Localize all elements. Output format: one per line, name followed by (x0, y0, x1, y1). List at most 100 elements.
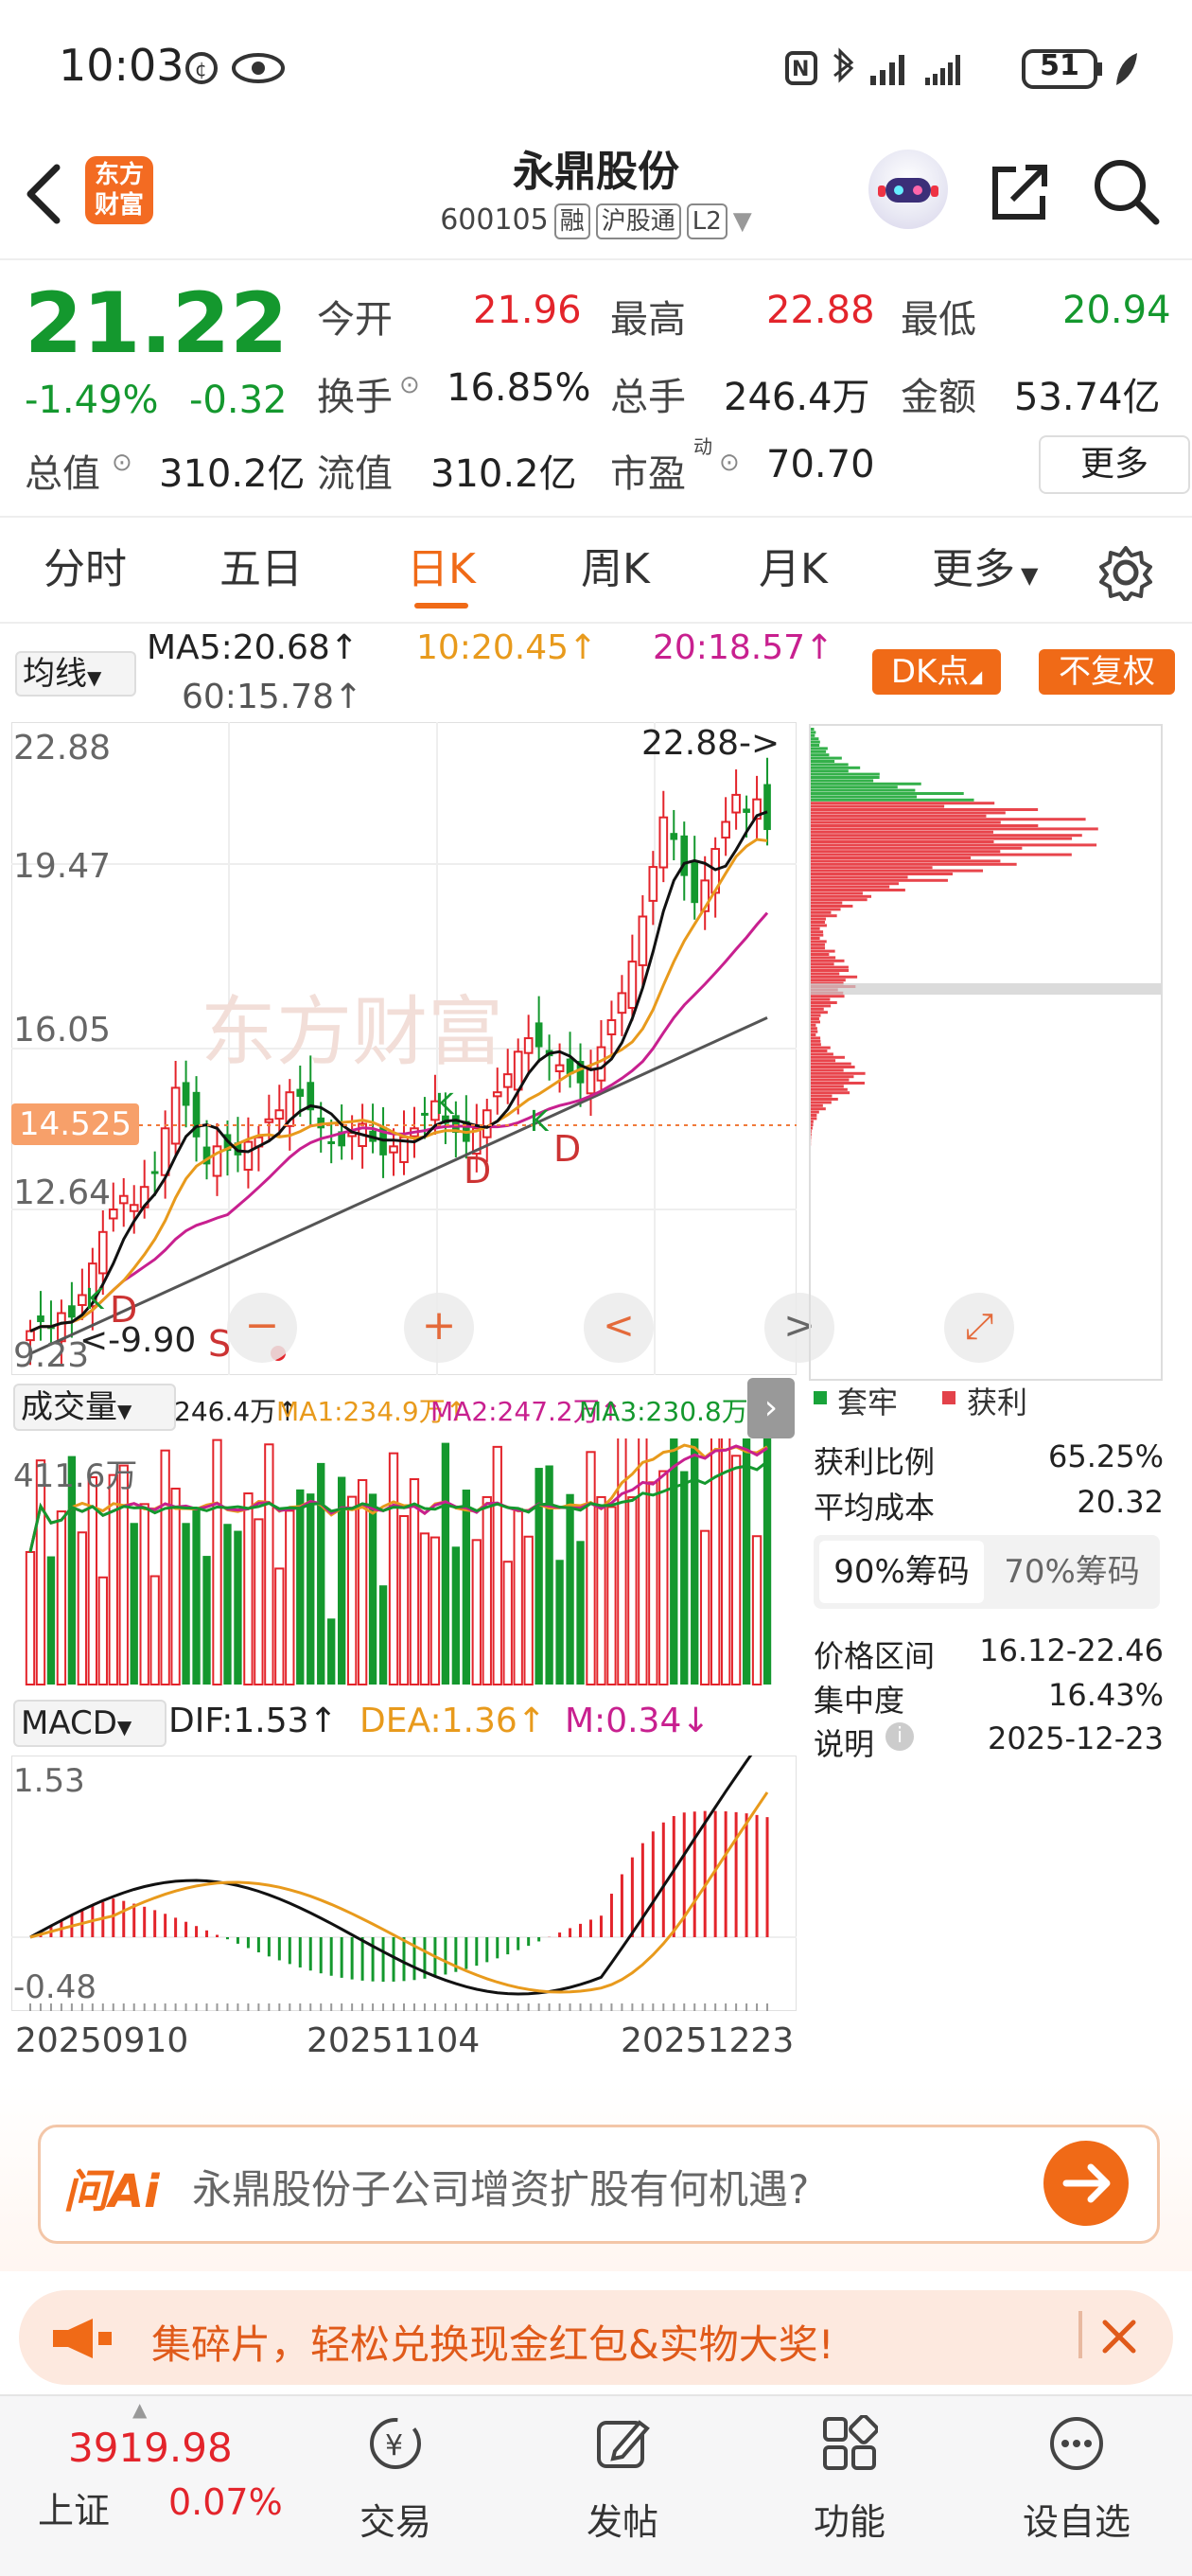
ma20-legend: 20:18.57↑ (653, 628, 833, 667)
volume-bar (524, 1537, 532, 1685)
chip-bar (811, 731, 815, 733)
chip-bar (811, 908, 841, 910)
candle-body (743, 808, 750, 812)
chip-bar (811, 895, 871, 898)
kline-chart[interactable]: 东方财富 (11, 722, 797, 1375)
candle-body (587, 1069, 595, 1093)
info-icon[interactable]: ⊙ (112, 449, 132, 477)
volume-bar (202, 1556, 210, 1685)
adjust-button[interactable]: 不复权 (1039, 649, 1175, 695)
last-price: 21.22 (25, 274, 288, 372)
tab-chip-90[interactable]: 90%筹码 (819, 1541, 984, 1603)
indicator-select-volume[interactable]: 成交量▼ (13, 1384, 176, 1431)
ma-select[interactable]: 均线▼ (15, 651, 136, 697)
chip-bar (811, 1063, 851, 1066)
chip-bar (811, 962, 834, 965)
nav-add-watchlist[interactable]: 设自选 (1001, 2396, 1152, 2545)
chip-bar (811, 1111, 819, 1114)
chip-bar (811, 805, 944, 808)
trap-legend-swatch (814, 1391, 827, 1404)
turnover-value: 16.85% (447, 366, 591, 410)
volume-bar (680, 1472, 688, 1685)
chip-bar (811, 870, 983, 873)
candle-body (535, 1022, 543, 1047)
tag-level2: L2 (687, 203, 727, 239)
chip-bar (811, 930, 823, 933)
chip-bar (811, 1031, 817, 1033)
volume-bar (628, 1497, 636, 1685)
chip-bar (811, 1052, 833, 1055)
amount-label: 金额 (901, 366, 976, 421)
chevron-down-icon[interactable]: ▼ (733, 207, 752, 236)
volume-bar (442, 1443, 449, 1685)
ai-question-box[interactable]: 问Ai 永鼎股份子公司增资扩股有何机遇? (38, 2125, 1160, 2244)
tab-monthly-k[interactable]: 月K (759, 518, 828, 622)
nav-functions-label: 功能 (774, 2493, 925, 2545)
svg-text:¥: ¥ (385, 2429, 403, 2462)
chevron-down-icon: ▼ (87, 666, 101, 689)
chip-bar (811, 1040, 820, 1043)
chip-bar (811, 1098, 838, 1101)
candle-body (183, 1082, 190, 1105)
tab-daily-k[interactable]: 日K (407, 518, 476, 622)
tab-weekly-k[interactable]: 周K (581, 518, 650, 622)
chip-bar (811, 815, 986, 818)
nav-trade-label: 交易 (320, 2493, 471, 2545)
chip-bar (811, 946, 825, 949)
dk-point-button[interactable]: DK点◢ (872, 649, 1001, 695)
tab-intraday[interactable]: 分时 (44, 518, 127, 622)
volume-bar (535, 1468, 542, 1685)
zoom-in-button[interactable]: + (404, 1293, 474, 1363)
dif-line (30, 1756, 767, 1994)
candle-body (390, 1146, 397, 1152)
chip-bar (811, 998, 830, 1001)
share-button[interactable] (984, 156, 1056, 228)
index-change: 0.07% (168, 2481, 283, 2523)
volume-bar (431, 1538, 439, 1685)
signal-d: D (110, 1289, 137, 1331)
scroll-left-button[interactable]: < (584, 1293, 654, 1363)
index-ticker[interactable]: ▲ 3919.98 上证 0.07% (0, 2396, 284, 2576)
close-icon[interactable] (1096, 2313, 1143, 2360)
ma10-legend: 10:20.45↑ (416, 628, 597, 667)
zoom-out-button[interactable]: − (227, 1293, 297, 1363)
chip-bar (811, 921, 825, 924)
nav-post[interactable]: 发帖 (547, 2396, 698, 2545)
chip-bar (811, 785, 898, 788)
index-name: 上证 (38, 2481, 110, 2533)
expand-arrow-icon[interactable]: › (747, 1378, 795, 1438)
profit-legend-label: 获利 (967, 1379, 1027, 1422)
ai-send-button[interactable] (1043, 2141, 1129, 2226)
nav-functions[interactable]: 功能 (774, 2396, 925, 2545)
chip-bar (811, 856, 971, 859)
chip-bar (811, 918, 826, 921)
megaphone-icon (49, 2315, 115, 2362)
nav-trade[interactable]: ¥ 交易 (320, 2396, 471, 2545)
chip-bar (811, 1091, 850, 1094)
tab-chip-70[interactable]: 70%筹码 (990, 1541, 1154, 1603)
candle-body (608, 1020, 616, 1034)
ai-assistant-avatar[interactable] (868, 150, 948, 229)
chip-bar (811, 1088, 848, 1091)
info-icon[interactable]: ⊙ (399, 371, 420, 399)
chip-bar (811, 1020, 820, 1023)
tab-more[interactable]: 更多▼ (932, 518, 1038, 627)
chip-bar (811, 847, 1022, 850)
chip-bar (811, 891, 863, 894)
search-button[interactable] (1088, 153, 1164, 229)
promo-banner[interactable]: 集碎片，轻松兑换现金红包&实物大奖! (19, 2290, 1173, 2385)
info-icon[interactable]: i (885, 1722, 914, 1751)
chip-bar (811, 1043, 821, 1046)
volume-bar (131, 1523, 138, 1685)
gear-icon[interactable] (1097, 544, 1154, 601)
chip-bar (811, 1033, 815, 1036)
volume-bar (566, 1494, 573, 1685)
info-icon[interactable]: ⊙ (719, 449, 740, 477)
more-dots-icon (1048, 2415, 1105, 2472)
note-date: 2025-12-23 (974, 1720, 1164, 1756)
indicator-select-macd[interactable]: MACD▼ (13, 1700, 167, 1747)
chip-bar (811, 1123, 814, 1126)
more-button[interactable]: 更多 (1039, 435, 1190, 494)
tab-five-day[interactable]: 五日 (219, 518, 303, 622)
volume-bar (597, 1497, 605, 1685)
